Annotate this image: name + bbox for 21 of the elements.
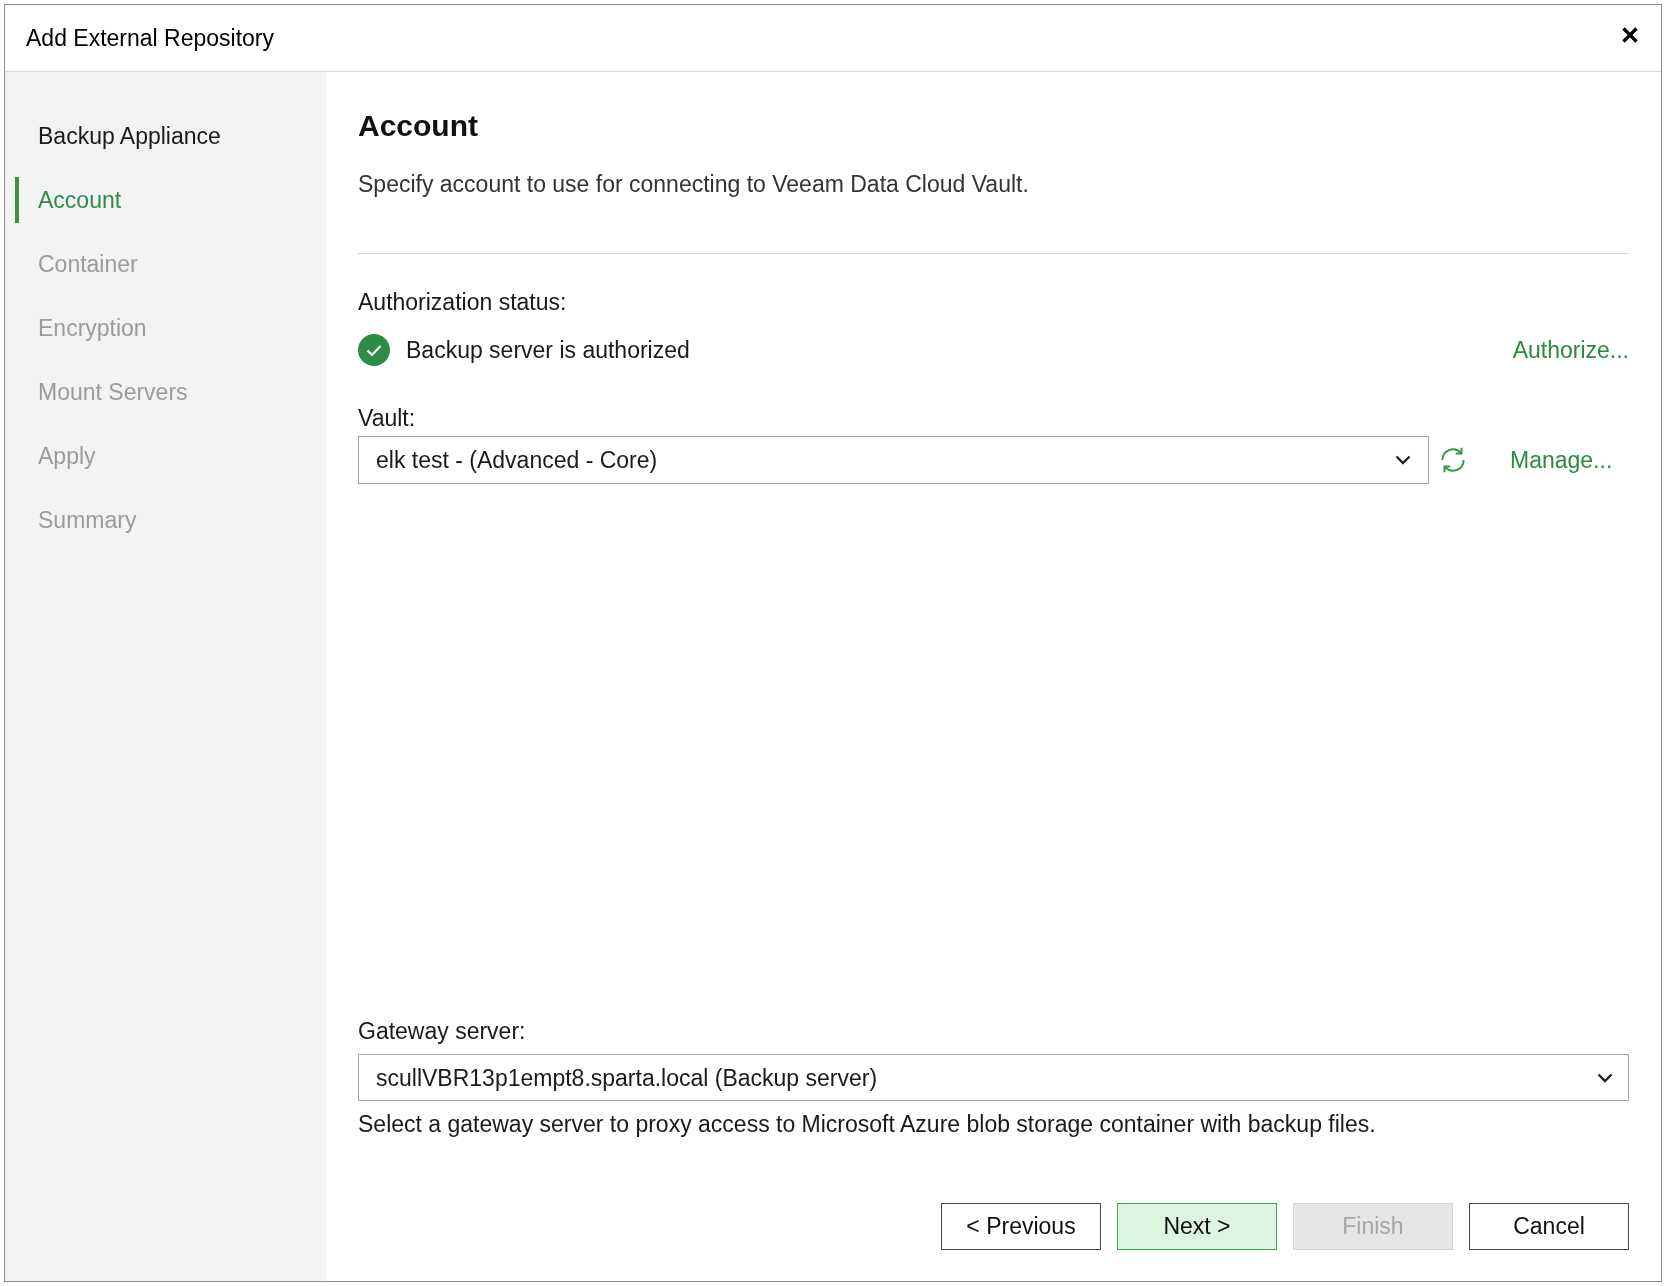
manage-link[interactable]: Manage... xyxy=(1510,446,1613,474)
wizard-button[interactable]: Cancel xyxy=(1469,1203,1629,1250)
vault-dropdown[interactable]: elk test - (Advanced - Core) xyxy=(358,436,1429,484)
gateway-hint: Select a gateway server to proxy access to Microsoft Azure blob storage container with backup files. xyxy=(358,1110,1377,1138)
page-title: Account xyxy=(358,108,479,144)
gateway-dropdown[interactable]: scullVBR13p1empt8.sparta.local (Backup server) xyxy=(358,1054,1629,1101)
wizard-button[interactable]: Next > xyxy=(1117,1203,1277,1250)
sidebar-item[interactable]: Account xyxy=(38,186,122,214)
close-icon[interactable] xyxy=(1620,25,1640,45)
chevron-down-icon xyxy=(1597,1072,1613,1083)
sidebar-item[interactable]: Backup Appliance xyxy=(38,122,221,150)
vault-label: Vault: xyxy=(358,404,417,432)
gateway-label: Gateway server: xyxy=(358,1017,527,1045)
refresh-icon[interactable] xyxy=(1438,445,1468,475)
authorize-link[interactable]: Authorize... xyxy=(1512,336,1629,364)
page-description: Specify account to use for connecting to Veeam Data Cloud Vault. xyxy=(358,170,1030,198)
wizard-button[interactable]: < Previous xyxy=(941,1203,1101,1250)
authorization-label: Authorization status: xyxy=(358,288,568,316)
chevron-down-icon xyxy=(1395,455,1411,465)
window-title: Add External Repository xyxy=(26,23,274,53)
status-text: Backup server is authorized xyxy=(406,336,690,364)
